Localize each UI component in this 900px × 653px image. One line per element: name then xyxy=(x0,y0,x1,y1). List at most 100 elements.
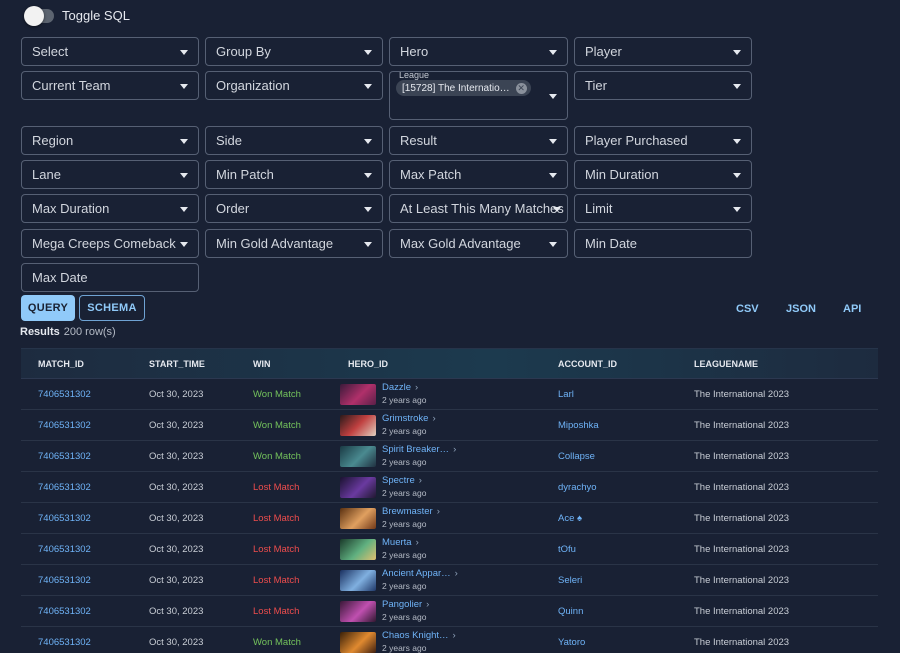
league-name-cell: The International 2023 xyxy=(694,574,790,586)
tier-dropdown[interactable]: Tier xyxy=(574,71,752,100)
current-team-dropdown[interactable]: Current Team xyxy=(21,71,199,100)
organization-dropdown[interactable]: Organization xyxy=(205,71,383,100)
account-link[interactable]: Ace ♠ xyxy=(558,503,582,533)
league-name-cell: The International 2023 xyxy=(694,605,790,617)
hero-text: Pangolier › 2 years ago xyxy=(382,599,429,623)
hero-name-link[interactable]: Spirit Breaker… › xyxy=(382,444,456,456)
start-time-cell: Oct 30, 2023 xyxy=(149,605,204,617)
max-gold-dropdown[interactable]: Max Gold Advantage xyxy=(389,229,568,258)
match-id-link[interactable]: 7406531302 xyxy=(38,627,91,653)
table-row: 7406531302 Oct 30, 2023 Lost Match Ancient … xyxy=(21,565,878,596)
match-id-link[interactable]: 7406531302 xyxy=(38,410,91,440)
hero-portrait-image[interactable] xyxy=(340,631,376,653)
league-multiselect[interactable]: League [15728] The Internatio… ✕ xyxy=(389,71,568,120)
account-link[interactable]: Seleri xyxy=(558,565,582,595)
match-id-link[interactable]: 7406531302 xyxy=(38,565,91,595)
select-dropdown[interactable]: Select xyxy=(21,37,199,66)
hero-portrait-image[interactable] xyxy=(340,383,376,405)
match-id-link[interactable]: 7406531302 xyxy=(38,379,91,409)
dropdown-arrow-icon xyxy=(733,206,741,212)
hero-portrait-image[interactable] xyxy=(340,569,376,591)
result-dropdown[interactable]: Result xyxy=(389,126,568,155)
header-win[interactable]: WIN xyxy=(253,349,271,378)
limit-dropdown[interactable]: Limit xyxy=(574,194,752,223)
at-least-matches-dropdown[interactable]: At Least This Many Matches xyxy=(389,194,568,223)
header-account-id[interactable]: ACCOUNT_ID xyxy=(558,349,617,378)
hero-cell: Dazzle › 2 years ago xyxy=(340,379,426,409)
order-dropdown[interactable]: Order xyxy=(205,194,383,223)
match-id-link[interactable]: 7406531302 xyxy=(38,503,91,533)
player-dropdown[interactable]: Player xyxy=(574,37,752,66)
hero-name-link[interactable]: Ancient Appar… › xyxy=(382,568,458,580)
query-button[interactable]: QUERY xyxy=(21,295,75,321)
league-label: League xyxy=(399,71,430,80)
hero-portrait-image[interactable] xyxy=(340,538,376,560)
hero-name: Grimstroke xyxy=(382,413,429,424)
json-link[interactable]: JSON xyxy=(786,303,816,315)
header-leaguename[interactable]: LEAGUENAME xyxy=(694,349,758,378)
hero-name-link[interactable]: Grimstroke › xyxy=(382,413,436,425)
account-link[interactable]: Miposhka xyxy=(558,410,599,440)
chevron-right-icon: › xyxy=(415,537,419,548)
hero-name: Spirit Breaker… xyxy=(382,444,450,455)
api-link[interactable]: API xyxy=(843,303,861,315)
player-purchased-dropdown[interactable]: Player Purchased xyxy=(574,126,752,155)
mega-creeps-dropdown[interactable]: Mega Creeps Comeback xyxy=(21,229,199,258)
side-dropdown[interactable]: Side xyxy=(205,126,383,155)
account-link[interactable]: Collapse xyxy=(558,441,595,471)
match-id-link[interactable]: 7406531302 xyxy=(38,596,91,626)
hero-dropdown[interactable]: Hero xyxy=(389,37,568,66)
match-id-link[interactable]: 7406531302 xyxy=(38,472,91,502)
group-by-dropdown[interactable]: Group By xyxy=(205,37,383,66)
hero-name-link[interactable]: Dazzle › xyxy=(382,382,426,394)
hero-name-link[interactable]: Pangolier › xyxy=(382,599,429,611)
dropdown-arrow-icon xyxy=(180,241,188,247)
tier-label: Tier xyxy=(585,78,607,93)
hero-portrait-image[interactable] xyxy=(340,414,376,436)
min-date-field[interactable]: Min Date xyxy=(574,229,752,258)
toggle-switch[interactable] xyxy=(24,5,54,26)
hero-portrait-image[interactable] xyxy=(340,445,376,467)
match-id-link[interactable]: 7406531302 xyxy=(38,441,91,471)
account-link[interactable]: Quinn xyxy=(558,596,583,626)
schema-button[interactable]: SCHEMA xyxy=(79,295,145,321)
hero-portrait-image[interactable] xyxy=(340,507,376,529)
account-link[interactable]: Larl xyxy=(558,379,574,409)
start-time-cell: Oct 30, 2023 xyxy=(149,450,204,462)
account-link[interactable]: tOfu xyxy=(558,534,576,564)
max-patch-dropdown[interactable]: Max Patch xyxy=(389,160,568,189)
dropdown-arrow-icon xyxy=(364,138,372,144)
results-summary: Results 200 row(s) xyxy=(20,326,116,338)
hero-name-link[interactable]: Muerta › xyxy=(382,537,426,549)
league-chip[interactable]: [15728] The Internatio… ✕ xyxy=(396,80,531,96)
max-duration-dropdown[interactable]: Max Duration xyxy=(21,194,199,223)
lane-dropdown[interactable]: Lane xyxy=(21,160,199,189)
account-link[interactable]: Yatoro xyxy=(558,627,585,653)
league-name-cell: The International 2023 xyxy=(694,543,790,555)
account-link[interactable]: dyrachyo xyxy=(558,472,597,502)
header-match-id[interactable]: MATCH_ID xyxy=(38,349,84,378)
hero-name-link[interactable]: Chaos Knight… › xyxy=(382,630,456,642)
hero-name-link[interactable]: Brewmaster › xyxy=(382,506,440,518)
min-patch-dropdown[interactable]: Min Patch xyxy=(205,160,383,189)
chip-remove-icon[interactable]: ✕ xyxy=(515,82,527,94)
chevron-right-icon: › xyxy=(418,475,422,486)
max-date-field[interactable]: Max Date xyxy=(21,263,199,292)
league-name-cell: The International 2023 xyxy=(694,388,790,400)
hero-name-link[interactable]: Spectre › xyxy=(382,475,426,487)
hero-age: 2 years ago xyxy=(382,643,427,653)
csv-link[interactable]: CSV xyxy=(736,303,759,315)
dropdown-arrow-icon xyxy=(364,206,372,212)
match-id-link[interactable]: 7406531302 xyxy=(38,534,91,564)
hero-portrait-image[interactable] xyxy=(340,476,376,498)
hero-portrait-image[interactable] xyxy=(340,600,376,622)
max-date-label: Max Date xyxy=(32,270,88,285)
header-hero-id[interactable]: HERO_ID xyxy=(348,349,388,378)
region-dropdown[interactable]: Region xyxy=(21,126,199,155)
toggle-sql[interactable]: Toggle SQL xyxy=(24,5,130,26)
min-gold-dropdown[interactable]: Min Gold Advantage xyxy=(205,229,383,258)
min-duration-dropdown[interactable]: Min Duration xyxy=(574,160,752,189)
hero-age: 2 years ago xyxy=(382,457,427,467)
win-cell: Won Match xyxy=(253,450,301,462)
header-start-time[interactable]: START_TIME xyxy=(149,349,205,378)
